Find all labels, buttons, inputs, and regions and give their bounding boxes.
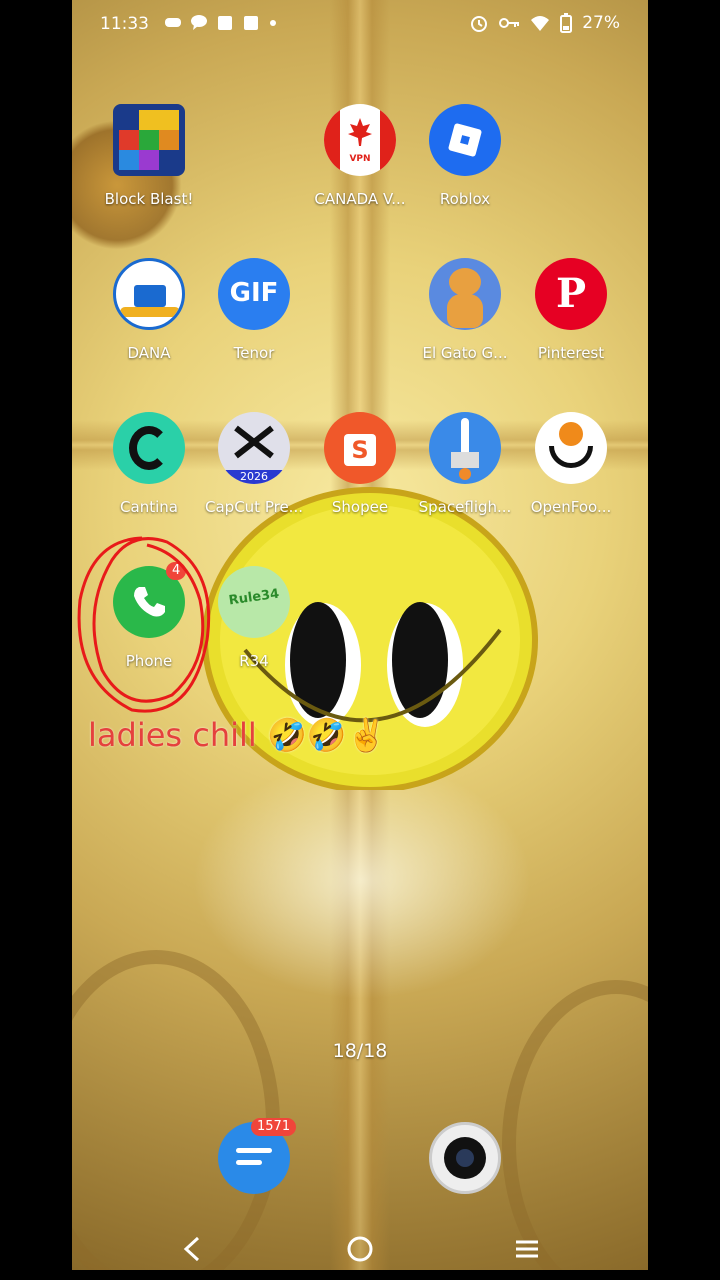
recents-button[interactable] (512, 1234, 542, 1264)
wallpaper-light (192, 760, 532, 1000)
dock-camera[interactable] (412, 1122, 518, 1194)
caption-text: ladies chill 🤣🤣✌️ (88, 716, 387, 754)
dock-messages[interactable]: 1571 (201, 1118, 307, 1194)
app-label: El Gato G... (422, 344, 508, 362)
back-button[interactable] (178, 1234, 208, 1264)
status-bar: 11:33 27% (72, 0, 648, 46)
app-roblox[interactable]: Roblox (412, 104, 518, 208)
app-label: DANA (127, 344, 171, 362)
app-label: Tenor (233, 344, 275, 362)
app-block-blast[interactable]: Block Blast! (96, 104, 202, 208)
app-label: Roblox (439, 190, 491, 208)
cantina-icon (113, 412, 185, 484)
wallpaper-scroll-left (72, 950, 280, 1270)
tenor-icon: GIF (218, 258, 290, 330)
app-label: Block Blast! (104, 190, 194, 208)
home-screen: 11:33 27% Block Blast! VPN CANADA V... R… (72, 0, 648, 1270)
app-label: CANADA V... (314, 190, 406, 208)
app-label: OpenFoo... (530, 498, 612, 516)
el-gato-icon (429, 258, 501, 330)
home-button[interactable] (345, 1234, 375, 1264)
dot-icon (270, 20, 276, 26)
spaceflight-icon (429, 412, 501, 484)
r34-icon: Rule34 (218, 566, 290, 638)
app-label: CapCut Pre... (205, 498, 303, 516)
app-label: Cantina (120, 498, 178, 516)
messages-badge: 1571 (251, 1118, 297, 1136)
app-pinterest[interactable]: P Pinterest (518, 258, 624, 362)
app-capcut[interactable]: 2026 CapCut Pre... (201, 412, 307, 516)
status-time: 11:33 (100, 14, 149, 34)
battery-icon (560, 13, 573, 33)
app-label: Pinterest (537, 344, 605, 362)
gif-text: GIF (229, 278, 279, 308)
r34-text: Rule34 (227, 586, 281, 609)
vpn-text: VPN (349, 154, 371, 164)
key-icon (499, 18, 520, 28)
app-shopee[interactable]: S Shopee (307, 412, 413, 516)
alarm-icon (471, 16, 488, 32)
battery-level: 27% (582, 13, 620, 33)
app-label: Spacefligh... (418, 498, 512, 516)
app-label: Shopee (331, 498, 389, 516)
app-el-gato[interactable]: El Gato G... (412, 258, 518, 362)
shopee-bag: S (344, 434, 376, 466)
wifi-icon (531, 16, 550, 31)
app-tenor[interactable]: GIF Tenor (201, 258, 307, 362)
bag-icon (244, 16, 258, 30)
camera-icon (429, 1122, 501, 1194)
shopee-icon: S (324, 412, 396, 484)
capcut-year: 2026 (218, 470, 290, 484)
navigation-bar (72, 1226, 648, 1270)
app-openfood[interactable]: OpenFoo... (518, 412, 624, 516)
capcut-icon: 2026 (218, 412, 290, 484)
pinterest-p: P (555, 270, 587, 317)
roblox-icon (429, 104, 501, 176)
app-dana[interactable]: DANA (96, 258, 202, 362)
block-blast-icon (113, 104, 185, 176)
app-canada-vpn[interactable]: VPN CANADA V... (307, 104, 413, 208)
bag-icon (218, 16, 232, 30)
app-cantina[interactable]: Cantina (96, 412, 202, 516)
game-controller-icon (165, 18, 181, 27)
pinterest-icon: P (535, 258, 607, 330)
dana-icon (113, 258, 185, 330)
openfood-icon (535, 412, 607, 484)
page-indicator: 18/18 (332, 1040, 388, 1062)
app-spaceflight[interactable]: Spacefligh... (412, 412, 518, 516)
red-annotation-circle (77, 536, 211, 713)
canada-vpn-icon: VPN (324, 104, 396, 176)
chat-bubble-icon (191, 15, 207, 30)
